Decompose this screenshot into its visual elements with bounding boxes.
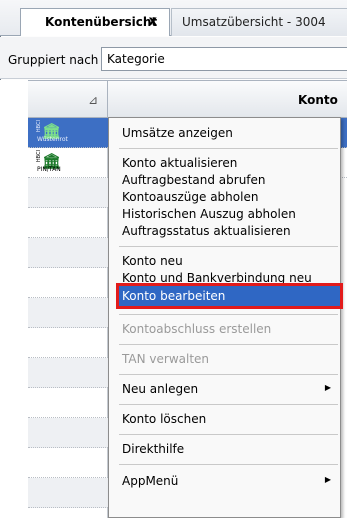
menu-item-konto-bearbeiten[interactable]: Konto bearbeiten <box>116 283 343 309</box>
table-row[interactable]: HBCI 🏛 Wüstenrot <box>28 118 108 148</box>
column-header-konto[interactable]: Konto <box>298 93 338 107</box>
sort-icon[interactable]: ⊿ <box>88 93 98 107</box>
menu-item-label: AppMenü <box>122 474 179 488</box>
tab-label: Kontenübersicht <box>45 15 158 29</box>
menu-item-konto-bankverbindung-neu[interactable]: Konto und Bankverbindung neu <box>122 268 337 288</box>
group-by-bar: Gruppiert nach Kategorie <box>0 37 347 79</box>
table-row[interactable]: HBCI 🏛 PIN/TAN <box>28 148 108 178</box>
submenu-arrow-icon: ▶ <box>324 383 331 392</box>
menu-separator <box>119 314 338 315</box>
tab-kontenuebersicht[interactable]: Kontenübersicht x <box>20 8 170 36</box>
menu-item-auftragsstatus[interactable]: Auftragsstatus aktualisieren <box>122 221 337 241</box>
table-row-empty <box>28 418 108 448</box>
bank-icon: HBCI 🏛 Wüstenrot <box>36 120 68 143</box>
menu-item-kontoabschluss: Kontoabschluss erstellen <box>122 322 272 336</box>
bank-icon: HBCI 🏛 PIN/TAN <box>36 150 62 173</box>
table-row-empty <box>28 268 108 298</box>
context-menu: Umsätze anzeigen Konto aktualisieren Auf… <box>108 117 343 518</box>
menu-gutter <box>109 118 119 517</box>
close-icon[interactable]: x <box>149 14 157 29</box>
menu-separator <box>119 434 338 435</box>
table-row-empty <box>28 238 108 268</box>
menu-separator <box>119 344 338 345</box>
group-by-value: Kategorie <box>107 52 165 66</box>
menu-separator <box>119 246 338 247</box>
account-type-column: HBCI 🏛 Wüstenrot HBCI 🏛 PIN/TAN <box>28 118 108 518</box>
menu-separator <box>119 148 338 149</box>
table-row-empty <box>28 358 108 388</box>
sort-column-header[interactable]: ⊿ <box>28 81 108 118</box>
menu-item-tan-verwalten: TAN verwalten <box>122 352 210 366</box>
menu-item-konto-loeschen[interactable]: Konto löschen <box>122 409 337 429</box>
tab-umsatzuebersicht[interactable]: Umsatzübersicht - 3004 <box>171 8 347 36</box>
submenu-arrow-icon: ▶ <box>324 475 331 484</box>
menu-item-label: Neu anlegen <box>122 382 199 396</box>
table-row-empty <box>28 388 108 418</box>
table-row-empty <box>28 448 108 478</box>
menu-separator <box>119 374 338 375</box>
grid-header: ⊿ Konto <box>28 80 347 118</box>
menu-separator <box>119 404 338 405</box>
table-row-empty <box>28 178 108 208</box>
menu-item-umsaetze-anzeigen[interactable]: Umsätze anzeigen <box>122 123 337 143</box>
menu-item-direkthilfe[interactable]: Direkthilfe <box>122 439 337 459</box>
tab-label: Umsatzübersicht - 3004 <box>182 15 326 29</box>
menu-item-appmenue[interactable]: AppMenü ▶ <box>122 471 337 491</box>
table-row-empty <box>28 208 108 238</box>
table-row-empty <box>28 298 108 328</box>
table-row-empty <box>28 478 108 508</box>
table-row-empty <box>28 328 108 358</box>
menu-separator <box>119 464 338 465</box>
group-by-label: Gruppiert nach <box>8 53 99 67</box>
group-by-field[interactable]: Kategorie <box>101 47 347 71</box>
tab-strip: Kontenübersicht x Umsatzübersicht - 3004 <box>0 0 347 36</box>
menu-item-neu-anlegen[interactable]: Neu anlegen ▶ <box>122 379 337 399</box>
